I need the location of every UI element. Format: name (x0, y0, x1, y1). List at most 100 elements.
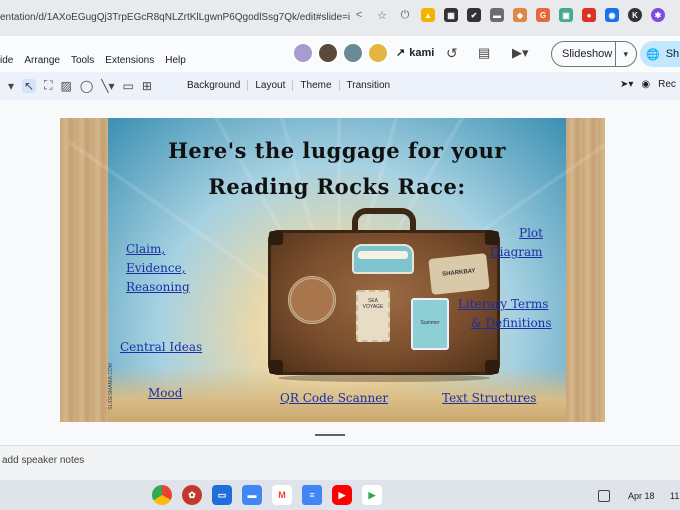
extension-icon[interactable]: ▬ (490, 8, 504, 22)
avatar[interactable] (342, 42, 364, 64)
sea-voyage-sticker: SEA VOYAGE (356, 290, 390, 342)
wood-border-right (566, 118, 605, 422)
screen-capture-icon[interactable] (598, 490, 610, 502)
link-evidence[interactable]: Evidence, (126, 261, 186, 275)
menu-slide[interactable]: ide (0, 55, 13, 66)
share-label: Sh (665, 48, 680, 60)
taskbar-time[interactable]: 11 (670, 491, 679, 501)
link-text-structures[interactable]: Text Structures (442, 391, 536, 405)
link-literary-terms[interactable]: Literary Terms (458, 297, 548, 311)
layout-button[interactable]: Layout (248, 80, 294, 91)
link-mood[interactable]: Mood (148, 386, 182, 400)
browser-toolbar-icons: < ☆ ⏻ ▲ ▦ ✔ ▬ ◆ G ▣ ● ◉ K ✱ (352, 8, 665, 22)
extension-icon[interactable]: G (536, 8, 550, 22)
transition-button[interactable]: Transition (340, 80, 398, 91)
sharkbay-text: SHARKBAY (441, 268, 476, 278)
link-central-ideas[interactable]: Central Ideas (120, 340, 202, 354)
comment-add-icon[interactable]: ⊞ (142, 79, 152, 93)
line-icon[interactable]: ╲▾ (101, 79, 114, 93)
slideshow-button[interactable]: Slideshow ▾ (551, 41, 637, 67)
shape-icon[interactable]: ◯ (80, 79, 93, 93)
link-definitions[interactable]: & Definitions (471, 316, 552, 330)
collaborator-avatars (292, 42, 389, 64)
extension-icon[interactable]: ✱ (651, 8, 665, 22)
drive-extension-icon[interactable]: ▲ (421, 8, 435, 22)
taskbar-date[interactable]: Apr 18 (628, 491, 655, 501)
sharkbay-sticker: SHARKBAY (428, 253, 490, 295)
extension-icon[interactable]: ◆ (513, 8, 527, 22)
extension-icon[interactable]: ● (582, 8, 596, 22)
bookmark-star-icon[interactable]: ☆ (375, 8, 389, 22)
summer-text: Summer (420, 320, 440, 326)
image-icon[interactable]: ▨ (61, 79, 72, 93)
files-icon[interactable]: ▬ (242, 485, 262, 505)
chevron-down-icon[interactable]: ▾ (614, 42, 636, 66)
slide-title-line-2: Reading Rocks Race: (208, 174, 466, 199)
version-history-icon[interactable]: ↺ (446, 45, 458, 62)
suitcase-corner (269, 360, 283, 374)
rec-label[interactable]: Rec (658, 79, 676, 90)
record-icon[interactable]: ◉ (641, 79, 650, 90)
frame-icon[interactable]: ⛶ (44, 78, 52, 93)
suitcase-corner (485, 360, 499, 374)
slide[interactable]: Here's the luggage for your Reading Rock… (60, 118, 605, 422)
slideshow-label: Slideshow (562, 48, 613, 60)
menu-arrange[interactable]: Arrange (24, 55, 60, 66)
suitcase-illustration: SEA VOYAGE Summer SHARKBAY (268, 208, 500, 382)
share-button[interactable]: 🌐 Sh (640, 41, 680, 67)
link-diagram[interactable]: Diagram (490, 245, 543, 259)
menu-bar: ide Arrange Tools Extensions Help (0, 55, 186, 66)
notes-resize-handle[interactable] (315, 434, 345, 436)
browser-address-bar[interactable]: entation/d/1AXoEGugQj3TrpEGcR8qNLZrtKlLg… (0, 0, 680, 36)
background-button[interactable]: Background (180, 80, 249, 91)
power-icon[interactable]: ⏻ (398, 8, 412, 22)
docs-icon[interactable]: ≡ (302, 485, 322, 505)
avatar[interactable] (367, 42, 389, 64)
chrome-icon[interactable] (152, 485, 172, 505)
extension-icon[interactable]: ✔ (467, 8, 481, 22)
slide-title-line-1: Here's the luggage for your (168, 138, 506, 163)
sea-voyage-text: SEA VOYAGE (362, 298, 384, 310)
extension-icon[interactable]: ▣ (559, 8, 573, 22)
pointer-icon[interactable]: ➤▾ (620, 79, 633, 90)
select-cursor-icon[interactable]: ↖ (22, 78, 37, 93)
video-icon[interactable]: ▭ (123, 79, 134, 93)
play-store-icon[interactable]: ▶ (362, 485, 382, 505)
suitcase-shadow (278, 374, 490, 382)
paint-app-icon[interactable]: ✿ (182, 485, 202, 505)
slide-background: Here's the luggage for your Reading Rock… (67, 118, 605, 422)
link-qr-code-scanner[interactable]: QR Code Scanner (280, 391, 388, 405)
link-reasoning[interactable]: Reasoning (126, 280, 190, 294)
youtube-icon[interactable]: ▶ (332, 485, 352, 505)
os-taskbar: ✿ ▭ ▬ M ≡ ▶ ▶ Apr 18 11 (0, 480, 680, 510)
url-text[interactable]: entation/d/1AXoEGugQj3TrpEGcR8qNLZrtKlLg… (0, 12, 350, 23)
toolbar-text-buttons: Background Layout Theme Transition (180, 80, 397, 91)
share-icon[interactable]: < (352, 8, 366, 22)
extension-icon[interactable]: ▦ (444, 8, 458, 22)
avatar[interactable] (317, 42, 339, 64)
extension-icon[interactable]: K (628, 8, 642, 22)
speaker-notes-placeholder[interactable]: add speaker notes (2, 455, 84, 466)
classroom-icon[interactable]: ▭ (212, 485, 232, 505)
speaker-notes[interactable]: add speaker notes (0, 445, 680, 475)
extension-icon[interactable]: ◉ (605, 8, 619, 22)
kami-button[interactable]: ↗ kami (396, 46, 435, 60)
kami-label: kami (409, 46, 435, 59)
theme-button[interactable]: Theme (293, 80, 340, 91)
meet-camera-icon[interactable]: ▶▾ (512, 45, 529, 61)
gmail-icon[interactable]: M (272, 485, 292, 505)
chevron-down-icon[interactable]: ▾ (8, 79, 14, 93)
comments-icon[interactable]: ▤ (478, 45, 490, 61)
slidesmania-credit: SLIDESMANIA.COM (108, 363, 114, 410)
link-claim[interactable]: Claim, (126, 242, 165, 256)
link-plot[interactable]: Plot (519, 226, 543, 240)
suitcase-corner (269, 231, 283, 245)
menu-help[interactable]: Help (165, 55, 186, 66)
van-sticker (352, 244, 414, 274)
avatar[interactable] (292, 42, 314, 64)
toolbar-right: ➤▾ ◉ Rec (620, 79, 676, 90)
menu-extensions[interactable]: Extensions (105, 55, 154, 66)
seal-sticker (288, 276, 336, 324)
menu-tools[interactable]: Tools (71, 55, 94, 66)
editing-toolbar: ▾ ↖ ⛶ ▨ ◯ ╲▾ ▭ ⊞ Background Layout Theme… (0, 72, 680, 100)
